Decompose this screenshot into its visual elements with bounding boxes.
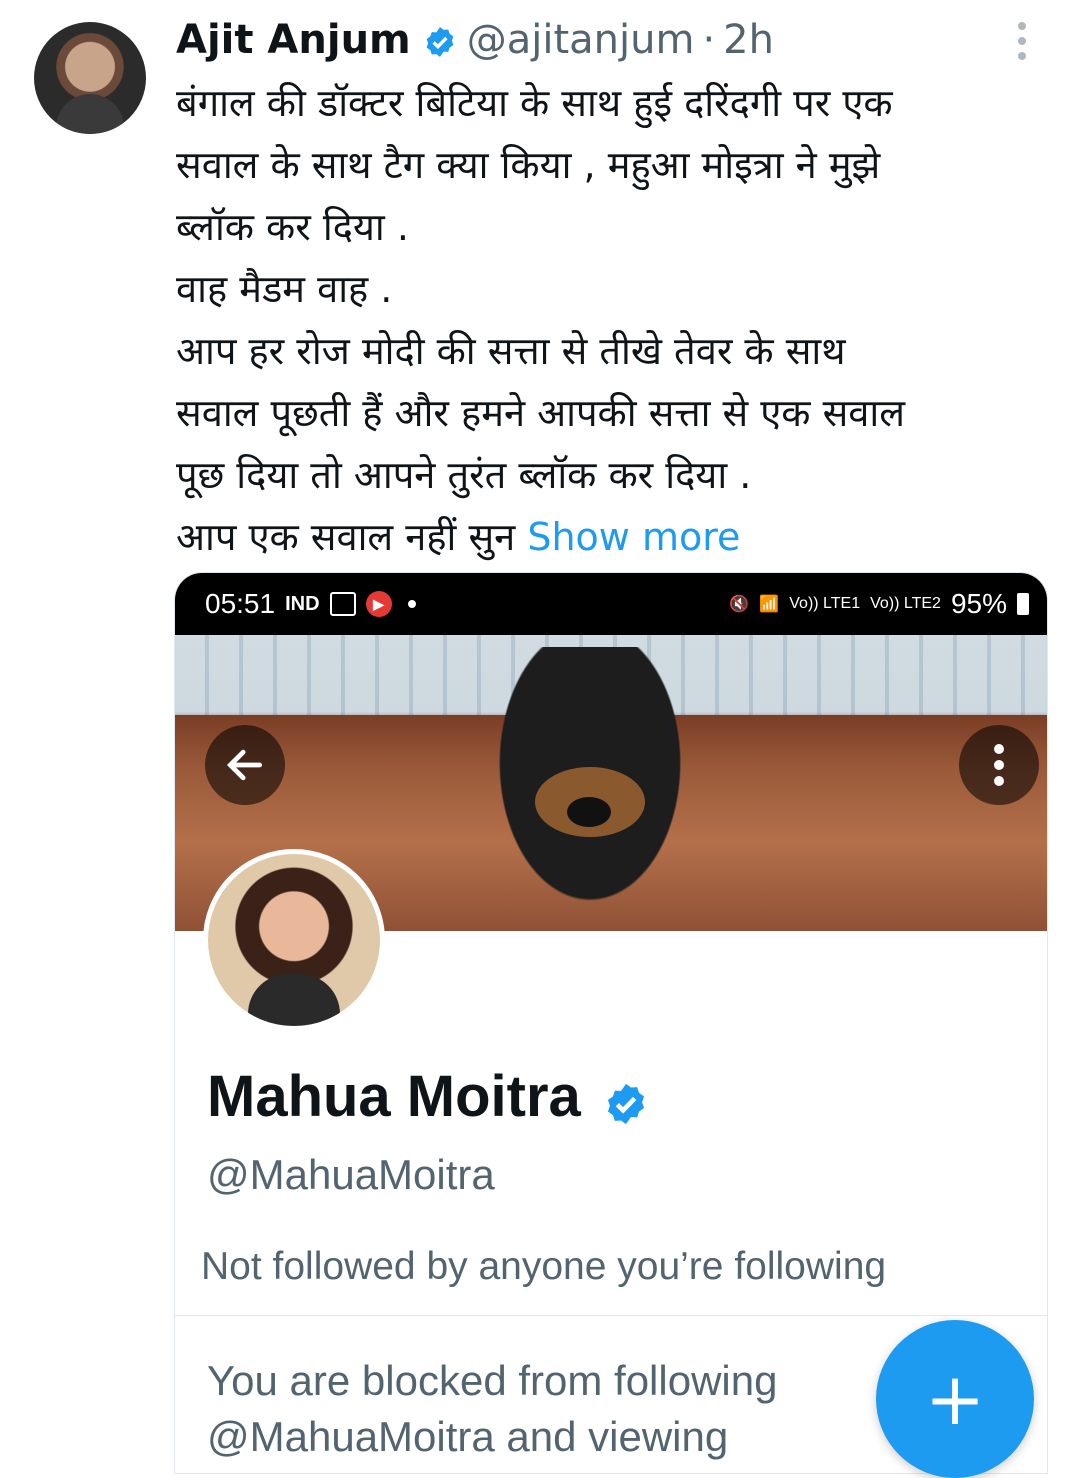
banner-puppy-image — [475, 647, 705, 937]
tweet-line: आप एक सवाल नहीं सुन — [176, 515, 528, 559]
blocked-notice: You are blocked from following @MahuaMoi… — [207, 1353, 867, 1465]
tweet-line: आप हर रोज मोदी की सत्ता से तीखे तेवर के … — [176, 329, 846, 373]
status-left-icons: IND ▶ — [285, 591, 392, 617]
plus-icon: + — [924, 1357, 986, 1441]
blocked-line: @MahuaMoitra and viewing — [207, 1413, 729, 1460]
compose-fab-button[interactable]: + — [876, 1320, 1034, 1478]
blocked-line: You are blocked from following — [207, 1357, 778, 1404]
gallery-icon — [329, 592, 356, 616]
sim2-label: Vo)) LTE2 — [870, 595, 941, 612]
show-more-link[interactable]: Show more — [527, 515, 740, 559]
back-arrow-icon[interactable] — [205, 725, 285, 805]
verified-badge-icon — [423, 23, 457, 57]
tweet-line: ब्लॉक कर दिया . — [176, 205, 409, 249]
divider — [175, 1315, 1047, 1316]
notification-dot-icon — [407, 600, 416, 608]
author-avatar[interactable] — [34, 22, 146, 134]
tweet-line: वाह मैडम वाह . — [176, 267, 393, 311]
profile-handle: @MahuaMoitra — [207, 1151, 495, 1198]
profile-name: Mahua Moitra — [207, 1064, 581, 1129]
tweet-line: बंगाल की डॉक्टर बिटिया के साथ हुई दरिंदग… — [176, 81, 893, 125]
profile-avatar[interactable] — [203, 849, 385, 1031]
sim1-label: Vo)) LTE1 — [789, 595, 861, 612]
tweet-header: Ajit Anjum @ajitanjum · 2h — [176, 12, 774, 68]
battery-percent: 95% — [950, 588, 1007, 619]
profile-name-row: Mahua Moitra — [207, 1063, 659, 1130]
tweet-line: पूछ दिया तो आपने तुरंत ब्लॉक कर दिया . — [176, 453, 752, 497]
youtube-icon: ▶ — [365, 591, 392, 617]
carrier-label: IND — [285, 592, 320, 615]
status-right-icons: 🔇 📶 Vo)) LTE1 Vo)) LTE2 95% — [729, 588, 1029, 620]
verified-badge-icon — [603, 1074, 649, 1124]
status-time: 05:51 — [205, 588, 276, 619]
following-note: Not followed by anyone you’re following — [201, 1245, 887, 1288]
tweet-line: सवाल पूछती हैं और हमने आपकी सत्ता से एक … — [176, 391, 905, 435]
tweet-line-last: आप एक सवाल नहीं सुन Show more — [176, 506, 1056, 568]
phone-status-bar: 05:51 IND ▶ 🔇 📶 Vo)) LTE1 Vo)) LTE2 95% — [175, 573, 1047, 635]
tweet-time[interactable]: 2h — [723, 17, 774, 63]
tweet-line: सवाल के साथ टैग क्या किया , महुआ मोइत्रा… — [176, 143, 881, 187]
author-name[interactable]: Ajit Anjum — [176, 17, 411, 63]
battery-icon — [1017, 593, 1029, 615]
mute-icon: 🔇 — [729, 596, 750, 613]
tweet-body: बंगाल की डॉक्टर बिटिया के साथ हुई दरिंदग… — [176, 72, 1056, 568]
more-vertical-icon[interactable] — [1010, 22, 1034, 66]
author-handle[interactable]: @ajitanjum — [467, 17, 695, 63]
separator-dot: · — [702, 17, 716, 63]
more-vertical-icon[interactable] — [959, 725, 1039, 805]
wifi-icon: 📶 — [759, 596, 780, 613]
